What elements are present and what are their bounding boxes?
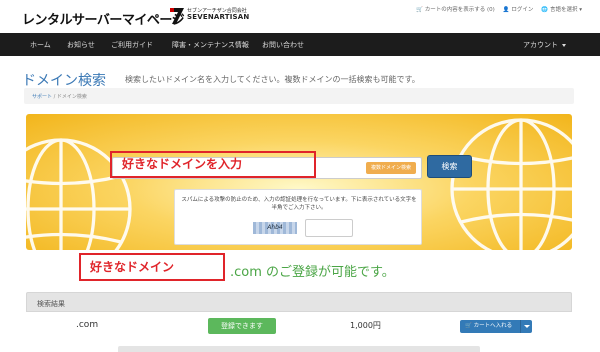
company-logo-icon — [170, 8, 184, 24]
company-name-en: SEVENARTISAN — [187, 13, 250, 21]
top-bar: レンタルサーバーマイページ セブンアーチザン合同会社 SEVENARTISAN … — [0, 0, 600, 33]
nav-contact[interactable]: お問い合わせ — [262, 40, 304, 50]
site-logo-text[interactable]: レンタルサーバーマイページ — [22, 9, 185, 28]
captcha-input[interactable] — [305, 219, 353, 237]
availability-message: .com のご登録が可能です。 — [230, 265, 395, 280]
nav-guide[interactable]: ご利用ガイド — [111, 40, 153, 50]
breadcrumb-support[interactable]: サポート — [32, 94, 52, 100]
nav-account-label: アカウント — [523, 41, 558, 49]
company-name: セブンアーチザン合同会社 SEVENARTISAN — [187, 8, 250, 21]
breadcrumb: サポート / ドメイン検索 — [24, 88, 574, 104]
chevron-down-icon[interactable] — [520, 320, 532, 333]
status-badge: 登録できます — [208, 318, 276, 334]
nav-home[interactable]: ホーム — [30, 40, 51, 50]
bottom-panel-edge — [118, 346, 480, 352]
page-title: ドメイン検索 — [22, 73, 106, 89]
annotation-domain-text: 好きなドメイン — [90, 260, 175, 274]
nav-news[interactable]: お知らせ — [67, 40, 95, 50]
page-description: 検索したいドメイン名を入力してください。複数ドメインの一括検索も可能です。 — [125, 75, 420, 84]
view-cart-link[interactable]: 🛒 カートの内容を表示する (0) — [416, 5, 495, 13]
result-panel-title: 検索結果 — [26, 292, 572, 312]
main-nav: ホーム お知らせ ご利用ガイド 障害・メンテナンス情報 お問い合わせ アカウント — [0, 33, 600, 56]
captcha-panel: スパムによる攻撃の防止のため、入力の認証処理を行なっています。下に表示されている… — [174, 189, 422, 245]
annotation-input-text: 好きなドメインを入力 — [122, 157, 243, 171]
result-tld: .com — [76, 320, 99, 330]
nav-account-dropdown[interactable]: アカウント — [523, 40, 566, 50]
language-select[interactable]: 🌐 言語を選択 ▾ — [541, 5, 582, 13]
breadcrumb-current: ドメイン検索 — [56, 94, 87, 100]
result-price: 1,000円 — [350, 321, 381, 330]
add-to-cart-button[interactable]: 🛒 カートへ入れる — [460, 320, 532, 333]
globe-right-icon — [450, 118, 572, 250]
nav-maintenance[interactable]: 障害・メンテナンス情報 — [172, 40, 249, 50]
chevron-down-icon — [562, 43, 566, 47]
captcha-image: Ahb4 — [253, 222, 297, 234]
search-button[interactable]: 検索 — [427, 155, 472, 178]
add-to-cart-label: カートへ入れる — [473, 323, 513, 329]
top-links: 🛒 カートの内容を表示する (0) 👤 ログイン 🌐 言語を選択 ▾ — [416, 5, 582, 13]
multi-domain-search-button[interactable]: 複数ドメイン検索 — [366, 162, 416, 174]
captcha-instructions: スパムによる攻撃の防止のため、入力の認証処理を行なっています。下に表示されている… — [181, 197, 417, 211]
table-row: .com 登録できます 1,000円 🛒 カートへ入れる — [26, 312, 572, 342]
login-link[interactable]: 👤 ログイン — [503, 5, 534, 13]
